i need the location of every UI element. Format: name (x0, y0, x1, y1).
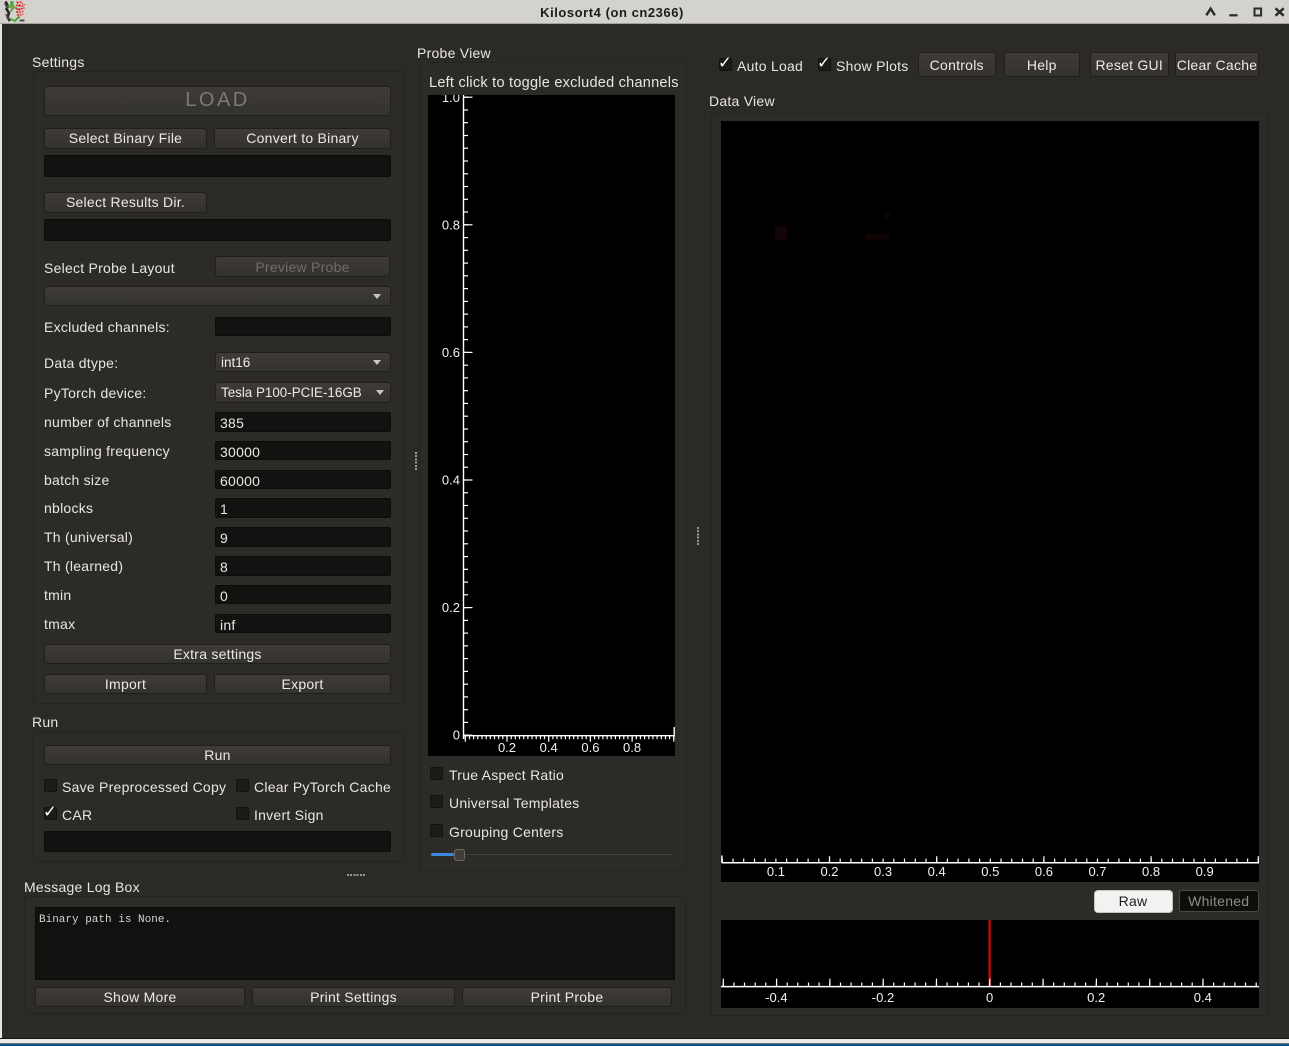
svg-text:0.4: 0.4 (1194, 990, 1212, 1005)
svg-text:-0.4: -0.4 (765, 990, 787, 1005)
svg-text:0.4: 0.4 (442, 473, 460, 488)
svg-text:0: 0 (986, 990, 993, 1005)
svg-text:0.2: 0.2 (820, 864, 838, 879)
svg-text:0.8: 0.8 (442, 217, 460, 232)
svg-text:0.8: 0.8 (1142, 864, 1160, 879)
svg-text:0.2: 0.2 (1087, 990, 1105, 1005)
svg-text:0: 0 (453, 728, 460, 743)
svg-text:0.4: 0.4 (540, 740, 558, 755)
svg-text:1.0: 1.0 (442, 95, 460, 105)
svg-text:0.1: 0.1 (767, 864, 785, 879)
svg-text:0.9: 0.9 (1196, 864, 1214, 879)
svg-text:0.2: 0.2 (498, 740, 516, 755)
svg-text:0.6: 0.6 (1035, 864, 1053, 879)
svg-text:0.4: 0.4 (928, 864, 946, 879)
svg-text:0.8: 0.8 (623, 740, 641, 755)
svg-text:0.2: 0.2 (442, 600, 460, 615)
svg-text:0.3: 0.3 (874, 864, 892, 879)
svg-text:-0.2: -0.2 (872, 990, 894, 1005)
svg-text:0.7: 0.7 (1088, 864, 1106, 879)
svg-text:0.6: 0.6 (442, 345, 460, 360)
svg-text:0.5: 0.5 (981, 864, 999, 879)
svg-text:0.6: 0.6 (581, 740, 599, 755)
